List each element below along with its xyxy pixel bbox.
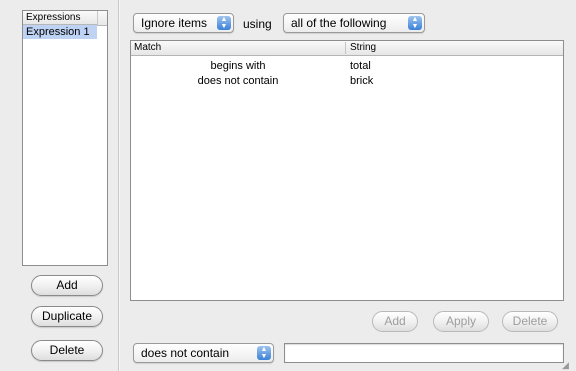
delete-expression-button[interactable]: Delete <box>31 340 103 361</box>
table-header: Match String <box>131 41 563 56</box>
up-down-arrows-icon: ▲ ▼ <box>257 346 271 360</box>
condition-match-popup-label: does not contain <box>141 346 230 360</box>
table-row-2-string[interactable]: brick <box>350 75 373 87</box>
resize-grip-icon[interactable]: ◢ <box>562 360 569 371</box>
column-header-string[interactable]: String <box>350 41 376 55</box>
conditions-table[interactable]: Match String begins with total does not … <box>130 40 564 301</box>
expressions-header-filler <box>97 11 107 26</box>
add-condition-button[interactable]: Add <box>372 311 418 332</box>
action-popup-label: Ignore items <box>141 16 208 30</box>
column-header-match[interactable]: Match <box>134 41 161 55</box>
column-divider[interactable] <box>345 42 346 54</box>
apply-condition-button[interactable]: Apply <box>433 311 489 332</box>
using-label: using <box>243 17 272 31</box>
up-down-arrows-icon: ▲ ▼ <box>217 16 231 30</box>
table-row-1-match[interactable]: begins with <box>131 60 345 72</box>
expressions-list[interactable]: Expressions Expression 1 <box>22 10 108 266</box>
match-mode-popup[interactable]: all of the following ▲ ▼ <box>283 13 425 33</box>
table-row-2-match[interactable]: does not contain <box>131 75 345 87</box>
action-popup[interactable]: Ignore items ▲ ▼ <box>133 13 234 33</box>
delete-condition-button[interactable]: Delete <box>502 311 558 332</box>
condition-string-field[interactable] <box>284 343 564 363</box>
expression-list-item-selected[interactable]: Expression 1 <box>23 25 97 39</box>
condition-match-popup[interactable]: does not contain ▲ ▼ <box>133 343 274 363</box>
add-expression-button[interactable]: Add <box>31 275 103 296</box>
vertical-splitter[interactable] <box>118 0 120 371</box>
up-down-arrows-icon: ▲ ▼ <box>408 16 422 30</box>
expressions-column-header[interactable]: Expressions <box>23 11 97 25</box>
match-mode-popup-label: all of the following <box>291 16 387 30</box>
table-row-1-string[interactable]: total <box>350 60 371 72</box>
duplicate-expression-button[interactable]: Duplicate <box>31 306 103 327</box>
